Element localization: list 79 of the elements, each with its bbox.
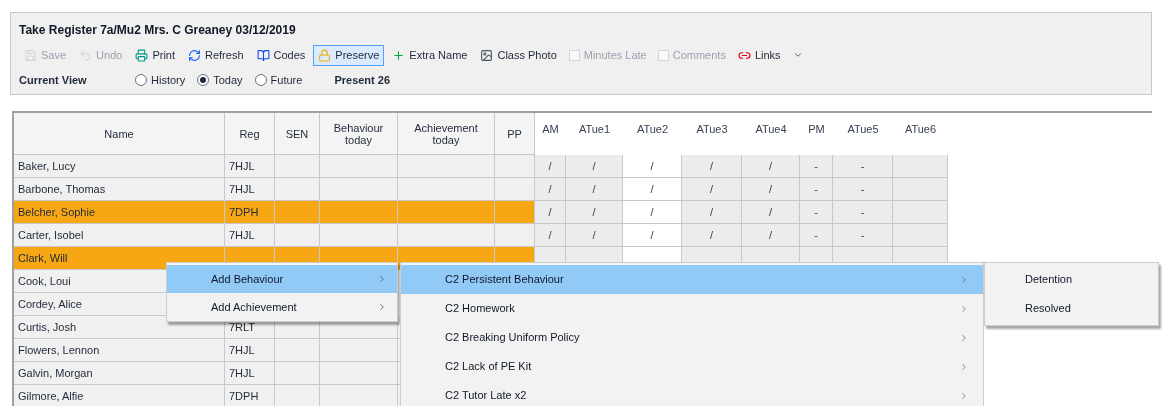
toolbar-button[interactable]: Preserve [313,45,385,66]
column-header[interactable]: SEN [275,113,320,155]
mark-cell: / [566,224,623,247]
column-header[interactable]: PM [800,113,833,155]
table-cell: 7DPH [225,201,275,224]
menu-item[interactable]: Detention [985,265,1158,294]
table-cell: 7HJL [225,178,275,201]
menu-item[interactable]: C2 Homework [401,294,983,323]
present-count: Present 26 [334,72,391,88]
name-cell: Galvin, Morgan [14,362,225,385]
menu-item[interactable]: C2 Breaking Uniform Policy [401,323,983,352]
mark-cell: / [535,201,566,224]
mark-cell: / [742,178,800,201]
menu-item[interactable]: C2 Tutor Late x2 [401,381,983,406]
name-cell: Flowers, Lennon [14,339,225,362]
toolbar-button[interactable]: Extra Name [387,45,473,66]
column-header[interactable]: ATue4 [742,113,800,155]
column-header[interactable]: ATue1 [566,113,623,155]
name-cell: Baker, Lucy [14,155,225,178]
mark-cell: / [566,201,623,224]
column-header[interactable]: ATue2 [623,113,682,155]
name-cell: Belcher, Sophie [14,201,225,224]
mark-cell: / [682,224,742,247]
column-header[interactable]: Name [14,113,225,155]
menu-item[interactable]: Resolved [985,294,1158,323]
toolbar-button[interactable]: Links [732,45,808,66]
mark-cell: - [833,178,893,201]
table-cell: 7HJL [225,339,275,362]
mark-cell: - [833,224,893,247]
mark-cell: - [800,224,833,247]
name-cell: Clark, Will [14,247,225,270]
table-cell: 7HJL [225,155,275,178]
column-header[interactable]: AM [535,113,566,155]
mark-cell: / [535,224,566,247]
column-header[interactable]: Reg [225,113,275,155]
mark-cell: / [682,155,742,178]
column-header[interactable]: ATue5 [833,113,893,155]
toolbar-button[interactable]: Refresh [183,45,249,66]
column-header[interactable]: ATue3 [682,113,742,155]
name-cell: Carter, Isobel [14,224,225,247]
mark-cell: / [566,155,623,178]
mark-cell: / [682,201,742,224]
mark-cell: / [623,155,682,178]
mark-cell: / [566,178,623,201]
toolbar-button[interactable]: Class Photo [475,45,562,66]
mark-cell: / [742,201,800,224]
column-header[interactable]: Achievement today [398,113,495,155]
table-cell: 7HJL [225,224,275,247]
mark-cell: / [623,178,682,201]
column-header[interactable]: PP [495,113,535,155]
window-title: Take Register 7a/Mu2 Mrs. C Greaney 03/12/2019 [19,22,297,39]
mark-cell: / [742,224,800,247]
mark-cell: - [800,155,833,178]
mark-cell: - [833,201,893,224]
name-cell: Curtis, Josh [14,316,225,339]
toolbar-button[interactable]: Print [130,45,180,66]
mark-cell: - [800,178,833,201]
name-cell: Barbone, Thomas [14,178,225,201]
mark-cell: / [535,178,566,201]
table-cell: 7HJL [225,362,275,385]
radio-option[interactable]: Today [197,71,243,88]
menu-item[interactable]: Add Behaviour [167,265,397,293]
toolbar-button[interactable]: Codes [251,45,311,66]
menu-item[interactable]: C2 Persistent Behaviour [401,265,983,294]
name-cell: Gilmore, Alfie [14,385,225,406]
mark-cell: / [535,155,566,178]
mark-cell: / [623,224,682,247]
mark-cell: / [682,178,742,201]
mark-cell: / [742,155,800,178]
column-header[interactable]: Behaviour today [320,113,398,155]
mark-cell: - [833,155,893,178]
menu-item[interactable]: C2 Lack of PE Kit [401,352,983,381]
radio-option[interactable]: History [135,71,186,88]
mark-cell: / [623,201,682,224]
view-label: Current View [19,72,88,88]
table-cell: 7DPH [225,385,275,406]
mark-cell: - [800,201,833,224]
radio-option[interactable]: Future [254,71,303,88]
column-header[interactable]: ATue6 [893,113,948,155]
